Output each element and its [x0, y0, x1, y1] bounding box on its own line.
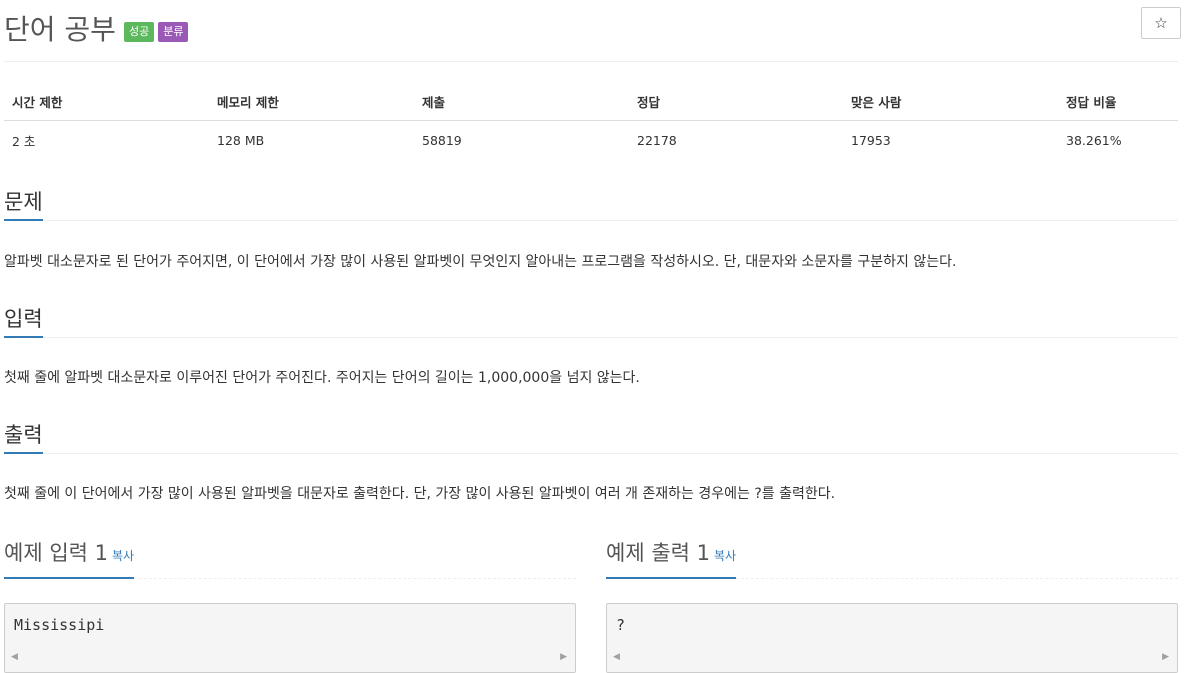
category-badge[interactable]: 분류 — [158, 22, 189, 42]
section-title-output: 출력 — [4, 419, 43, 454]
status-badge-success: 성공 — [123, 22, 155, 42]
sample-input-code: Mississipi — [14, 616, 105, 634]
stats-submissions: 58819 — [422, 133, 462, 148]
sample-output-panel: 예제 출력 1 복사 ? ◀ ▶ — [606, 537, 1178, 673]
section-divider — [4, 220, 1178, 221]
sample-output-title-text: 예제 출력 1 — [606, 541, 710, 565]
chevron-right-icon[interactable]: ▶ — [560, 652, 567, 662]
sample-input-title-text: 예제 입력 1 — [4, 541, 108, 565]
stats-value-row: 2 초 128 MB 58819 22178 17953 38.261% — [4, 121, 1178, 161]
stats-header-time-limit: 시간 제한 — [4, 82, 209, 121]
title-row: 단어 공부 성공 분류 — [4, 10, 189, 50]
chevron-left-icon[interactable]: ◀ — [613, 652, 620, 662]
sample-output-code: ? — [616, 616, 626, 634]
stats-header-submissions: 제출 — [414, 82, 629, 121]
sample-output-code-box[interactable]: ? ◀ ▶ — [606, 603, 1178, 673]
sample-input-code-box[interactable]: Mississipi ◀ ▶ — [4, 603, 576, 673]
header-divider — [4, 61, 1178, 62]
input-section: 입력 첫째 줄에 알파벳 대소문자로 이루어진 단어가 주어진다. 주어지는 단… — [4, 303, 1178, 388]
sample-input-title: 예제 입력 1 복사 — [4, 537, 135, 579]
problem-title: 단어 공부 — [4, 13, 116, 46]
stats-header-correct: 정답 — [629, 82, 843, 121]
problem-description: 알파벳 대소문자로 된 단어가 주어지면, 이 단어에서 가장 많이 사용된 알… — [4, 254, 957, 270]
copy-sample-output-link[interactable]: 복사 — [714, 549, 736, 563]
problem-section: 문제 알파벳 대소문자로 된 단어가 주어지면, 이 단어에서 가장 많이 사용… — [4, 186, 1178, 272]
section-divider — [4, 337, 1178, 338]
output-section: 출력 첫째 줄에 이 단어에서 가장 많이 사용된 알파벳을 대문자로 출력한다… — [4, 419, 1178, 504]
stats-header-row: 시간 제한 메모리 제한 제출 정답 맞은 사람 정답 비율 — [4, 82, 1178, 121]
favorite-button[interactable]: ☆ — [1141, 7, 1181, 39]
copy-sample-input-link[interactable]: 복사 — [112, 549, 134, 563]
problem-stats-table: 시간 제한 메모리 제한 제출 정답 맞은 사람 정답 비율 2 초 128 M… — [4, 82, 1178, 160]
sample-input-panel: 예제 입력 1 복사 Mississipi ◀ ▶ — [4, 537, 576, 673]
section-title-problem: 문제 — [4, 186, 43, 221]
stats-correct: 22178 — [637, 133, 677, 148]
section-title-input: 입력 — [4, 303, 43, 338]
chevron-left-icon[interactable]: ◀ — [11, 652, 18, 662]
stats-header-solvers: 맞은 사람 — [843, 82, 1058, 121]
sample-output-title: 예제 출력 1 복사 — [606, 537, 737, 579]
stats-ratio: 38.261% — [1066, 133, 1122, 148]
input-description: 첫째 줄에 알파벳 대소문자로 이루어진 단어가 주어진다. 주어지는 단어의 … — [4, 370, 640, 386]
stats-header-memory-limit: 메모리 제한 — [209, 82, 414, 121]
stats-memory-limit: 128 MB — [217, 133, 265, 148]
chevron-right-icon[interactable]: ▶ — [1162, 652, 1169, 662]
section-divider — [4, 453, 1178, 454]
star-icon: ☆ — [1154, 14, 1168, 32]
stats-time-limit: 2 초 — [12, 134, 36, 149]
stats-solvers: 17953 — [851, 133, 891, 148]
stats-header-ratio: 정답 비율 — [1058, 82, 1178, 121]
output-description: 첫째 줄에 이 단어에서 가장 많이 사용된 알파벳을 대문자로 출력한다. 단… — [4, 486, 836, 502]
